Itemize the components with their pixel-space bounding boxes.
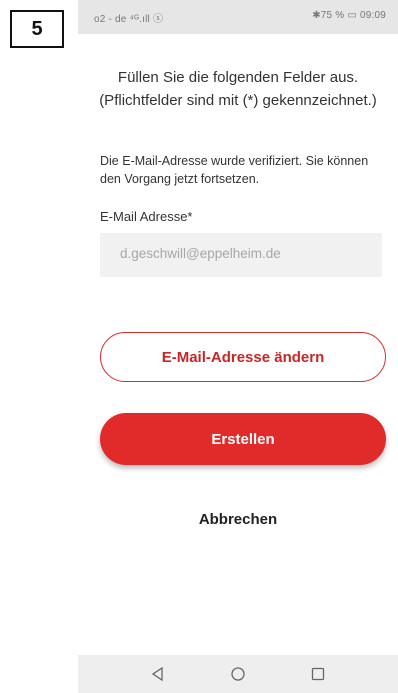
- email-field[interactable]: d.geschwill@eppelheim.de: [100, 233, 382, 277]
- instruction-line-2: (Pflichtfelder sind mit (*) gekennzeichn…: [99, 92, 377, 109]
- email-label: E-Mail Adresse*: [100, 209, 193, 224]
- status-battery-time: ✱75 % ▭ 09:09: [312, 10, 386, 21]
- email-value: d.geschwill@eppelheim.de: [120, 246, 281, 261]
- step-number: 5: [31, 17, 43, 40]
- phone-screen: o2 - de ⁴ᴳ.ıll ⓢ ✱75 % ▭ 09:09 Füllen Si…: [78, 0, 398, 693]
- change-email-button[interactable]: E-Mail-Adresse ändern: [100, 332, 386, 382]
- create-button[interactable]: Erstellen: [100, 413, 386, 465]
- navigation-bar: [78, 655, 398, 693]
- status-carrier-signal: o2 - de ⁴ᴳ.ıll ⓢ: [94, 14, 164, 25]
- home-circle-icon[interactable]: [230, 666, 246, 682]
- instruction-line-1: Füllen Sie die folgenden Felder aus.: [117, 69, 359, 86]
- recents-square-icon[interactable]: [310, 666, 326, 682]
- form-instruction: Füllen Sie die folgenden Felder aus. (Pf…: [78, 66, 398, 112]
- back-triangle-icon[interactable]: [150, 666, 166, 682]
- status-bar: o2 - de ⁴ᴳ.ıll ⓢ ✱75 % ▭ 09:09: [78, 0, 398, 34]
- verified-message: Die E-Mail-Adresse wurde verifiziert. Si…: [100, 154, 369, 186]
- step-number-box: 5: [10, 10, 64, 48]
- cancel-label: Abbrechen: [198, 511, 278, 528]
- cancel-button[interactable]: Abbrechen: [78, 511, 398, 528]
- change-email-label: E-Mail-Adresse ändern: [161, 348, 325, 366]
- create-label: Erstellen: [211, 430, 275, 448]
